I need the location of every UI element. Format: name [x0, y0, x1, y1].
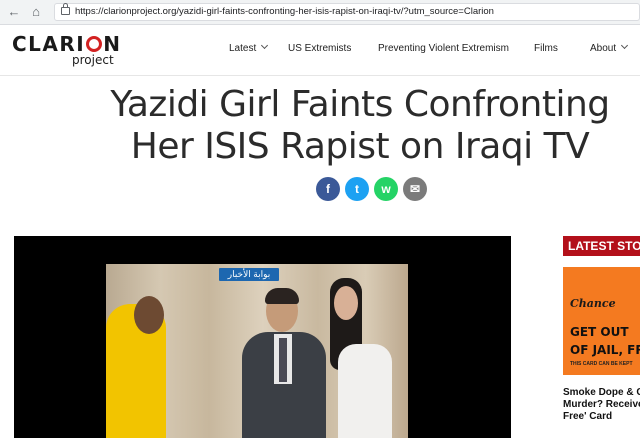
email-share-button[interactable]: ✉	[403, 177, 427, 201]
facebook-icon: f	[326, 182, 330, 196]
facebook-share-button[interactable]: f	[316, 177, 340, 201]
nav-item-latest[interactable]: Latest	[229, 41, 269, 54]
twitter-icon: t	[355, 182, 359, 196]
article-title: Yazidi Girl Faints Confronting Her ISIS …	[60, 84, 640, 168]
browser-toolbar: ← ⌂ https://clarionproject.org/yazidi-gi…	[0, 0, 640, 25]
whatsapp-icon: w	[381, 182, 391, 196]
home-icon[interactable]: ⌂	[28, 4, 44, 20]
nav-item-about[interactable]: About	[590, 41, 629, 54]
nav-item-latest-label: Latest	[229, 43, 257, 54]
logo-o-ring-icon	[86, 36, 103, 52]
channel-badge: بوابة الأخبار	[219, 268, 279, 281]
email-icon: ✉	[409, 182, 421, 196]
video-person-suit-hair	[265, 288, 299, 304]
promo-line-1: GET OUT	[570, 325, 629, 339]
back-arrow-icon[interactable]: ←	[6, 4, 22, 20]
whatsapp-share-button[interactable]: w	[374, 177, 398, 201]
latest-stories-heading: LATEST STO	[563, 236, 640, 256]
lock-icon	[61, 3, 70, 15]
video-tie	[279, 338, 287, 382]
clarion-logo[interactable]: CLARI N project	[12, 34, 122, 67]
promo-brand: Chance	[570, 297, 616, 310]
story-line-2: Murder? Receive	[563, 399, 640, 410]
nav-item-about-label: About	[590, 43, 617, 54]
url-text[interactable]: https://clarionproject.org/yazidi-girl-f…	[75, 6, 494, 17]
story-line-1: Smoke Dope & Co	[563, 387, 640, 398]
site-header: CLARI N project Latest US Extremists Prev…	[0, 25, 640, 76]
address-bar[interactable]: https://clarionproject.org/yazidi-girl-f…	[54, 3, 640, 21]
chevron-down-icon	[621, 41, 629, 50]
nav-item-us-extremists[interactable]: US Extremists	[288, 43, 351, 54]
article-title-line-1: Yazidi Girl Faints Confronting	[110, 84, 610, 125]
logo-subtitle: project	[72, 53, 114, 67]
sidebar-story-link[interactable]: Smoke Dope & Co Murder? Receive Free' Ca…	[563, 387, 640, 423]
nav-item-preventing-violent-extremism[interactable]: Preventing Violent Extremism	[378, 43, 509, 54]
twitter-share-button[interactable]: t	[345, 177, 369, 201]
sidebar-promo-image[interactable]: Chance GET OUT OF JAIL, FR THIS CARD CAN…	[563, 267, 640, 375]
nav-item-films[interactable]: Films	[534, 43, 558, 54]
chevron-down-icon	[261, 41, 269, 50]
story-line-3: Free' Card	[563, 411, 613, 422]
promo-small-print: THIS CARD CAN BE KEPT	[570, 361, 633, 367]
article-title-line-2: Her ISIS Rapist on Iraqi TV	[130, 126, 590, 167]
video-frame: بوابة الأخبار	[106, 264, 408, 438]
video-person-girl	[338, 344, 392, 438]
promo-line-2: OF JAIL, FR	[570, 343, 640, 357]
video-person-yellow-head	[134, 296, 164, 334]
video-player[interactable]: بوابة الأخبار	[14, 236, 511, 438]
video-person-girl-head	[334, 286, 358, 320]
